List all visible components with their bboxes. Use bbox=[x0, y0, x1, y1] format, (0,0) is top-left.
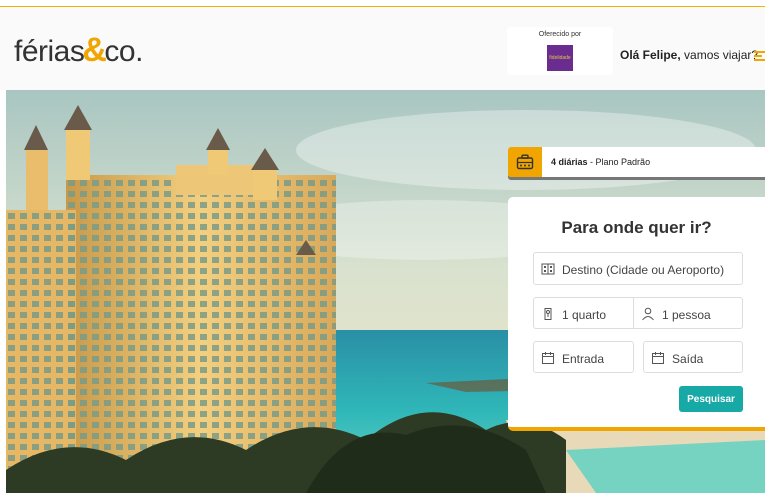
calendar-icon bbox=[542, 352, 554, 364]
plan-icon-box bbox=[508, 147, 542, 177]
checkout-input[interactable]: Saída bbox=[643, 341, 743, 373]
hamburger-menu-icon[interactable] bbox=[754, 51, 765, 61]
calendar-icon bbox=[652, 352, 664, 364]
destination-input[interactable]: Destino (Cidade ou Aeroporto) bbox=[533, 252, 743, 285]
guests-selector[interactable]: 1 pessoa bbox=[633, 297, 743, 329]
person-icon bbox=[642, 307, 654, 321]
plan-summary-text: 4 diárias - Plano Padrão bbox=[551, 157, 651, 167]
plan-summary-bar[interactable]: 4 diárias - Plano Padrão bbox=[508, 147, 765, 177]
sponsor-label: Oferecido por bbox=[538, 31, 582, 38]
checkin-input[interactable]: Entrada bbox=[533, 341, 634, 373]
sponsor-box: Oferecido por fidelidade bbox=[507, 27, 613, 75]
building-icon bbox=[541, 263, 555, 275]
search-title: Para onde quer ir? bbox=[561, 218, 712, 237]
ferias-and-co-logo[interactable]: férias&co. bbox=[14, 31, 143, 70]
search-button[interactable]: Pesquisar bbox=[679, 386, 743, 412]
site-header: férias&co. Oferecido por fidelidade Olá … bbox=[0, 7, 765, 90]
rooms-value: 1 quarto bbox=[562, 308, 607, 322]
checkout-placeholder: Saída bbox=[672, 352, 704, 366]
destination-placeholder: Destino (Cidade ou Aeroporto) bbox=[562, 263, 725, 277]
checkin-placeholder: Entrada bbox=[562, 352, 605, 366]
guests-value: 1 pessoa bbox=[662, 308, 711, 322]
door-key-icon bbox=[544, 308, 552, 320]
user-greeting: Olá Felipe, vamos viajar? bbox=[620, 48, 759, 62]
suitcase-icon bbox=[516, 154, 534, 170]
sponsor-logo[interactable]: fidelidade bbox=[547, 45, 573, 71]
rooms-selector[interactable]: 1 quarto bbox=[533, 297, 634, 329]
